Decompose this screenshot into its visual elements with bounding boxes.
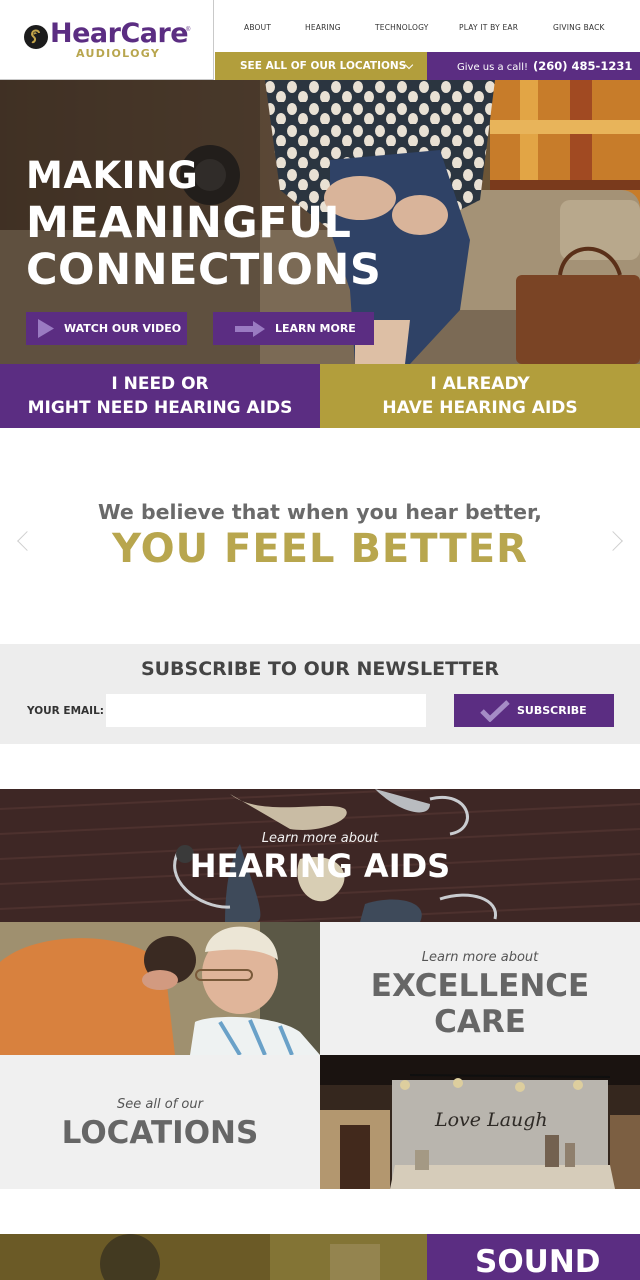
hearing-aids-tile[interactable]: Learn more about HEARING AIDS (0, 789, 640, 922)
subscribe-label: SUBSCRIBE (517, 704, 587, 717)
ear-logo-icon (24, 25, 48, 49)
have-hearing-aids-button[interactable]: I ALREADY HAVE HEARING AIDS (320, 364, 640, 428)
nav-item-hearing[interactable]: HEARING (305, 23, 341, 32)
learn-more-button[interactable]: LEARN MORE (213, 312, 374, 345)
wall-sign-text: Love Laugh (435, 1109, 548, 1131)
nav-item-giving-back[interactable]: GIVING BACK (553, 23, 605, 32)
phone-number[interactable]: (260) 485-1231 (533, 59, 632, 73)
hearing-aids-kicker: Learn more about (261, 831, 379, 846)
excellence-care-tile[interactable]: Learn more about EXCELLENCE CARE (320, 922, 640, 1055)
locations-tile[interactable]: See all of our LOCATIONS (0, 1055, 320, 1189)
watch-video-button[interactable]: WATCH OUR VIDEO (26, 312, 187, 345)
office-interior-photo: Love Laugh (320, 1055, 640, 1189)
checkmark-icon (480, 700, 510, 722)
subscribe-button[interactable]: SUBSCRIBE (454, 694, 614, 727)
locations-kicker: See all of our (117, 1097, 203, 1112)
sound-tile[interactable]: SOUND (427, 1234, 640, 1280)
locations-dropdown-label: SEE ALL OF OUR LOCATIONS (240, 60, 407, 72)
logo-name: HearCare (50, 18, 189, 49)
need-hearing-aids-button[interactable]: I NEED OR MIGHT NEED HEARING AIDS (0, 364, 320, 428)
site-header: HearCare ® AUDIOLOGY ABOUT HEARING TECHN… (0, 0, 640, 80)
call-label: Give us a call! (457, 62, 529, 73)
cta-left-line-1: I NEED OR (111, 374, 209, 394)
excellence-heading-line-2: CARE (434, 1004, 526, 1040)
nav-item-technology[interactable]: TECHNOLOGY (375, 23, 429, 32)
bottom-photo-tile (0, 1234, 427, 1280)
newsletter-title: SUBSCRIBE TO OUR NEWSLETTER (140, 658, 500, 680)
main-nav: ABOUT HEARING TECHNOLOGY PLAY IT BY EAR … (215, 0, 640, 52)
locations-dropdown[interactable]: SEE ALL OF OUR LOCATIONS (215, 52, 427, 80)
nav-item-play-it-by-ear[interactable]: PLAY IT BY EAR (459, 23, 518, 32)
watch-video-label: WATCH OUR VIDEO (64, 322, 182, 335)
hero-heading-line-2: MEANINGFUL (26, 198, 352, 248)
play-icon (38, 319, 54, 338)
excellence-kicker: Learn more about (421, 950, 539, 965)
sound-heading: SOUND (475, 1244, 601, 1280)
hearing-aids-heading: HEARING AIDS (189, 847, 451, 885)
logo-registered-mark: ® (186, 27, 191, 33)
logo[interactable]: HearCare ® AUDIOLOGY (0, 0, 214, 80)
hero-heading-line-1: MAKING (26, 154, 199, 197)
excellence-heading-line-1: EXCELLENCE (370, 968, 590, 1004)
cta-right-line-1: I ALREADY (430, 374, 530, 394)
email-field[interactable] (106, 694, 426, 727)
call-bar[interactable]: Give us a call! (260) 485-1231 (427, 52, 640, 80)
newsletter-section: SUBSCRIBE TO OUR NEWSLETTER YOUR EMAIL: … (0, 644, 640, 744)
hearing-exam-photo (0, 922, 320, 1055)
logo-subtitle: AUDIOLOGY (76, 47, 161, 60)
learn-more-label: LEARN MORE (275, 322, 356, 335)
hero-banner: MAKING MEANINGFUL CONNECTIONS WATCH OUR … (0, 80, 640, 364)
email-label: YOUR EMAIL: (27, 705, 104, 717)
cta-left-line-2: MIGHT NEED HEARING AIDS (27, 398, 293, 418)
nav-item-about[interactable]: ABOUT (244, 23, 271, 32)
quote-headline: YOU FEEL BETTER (112, 526, 528, 572)
arrow-right-icon (235, 321, 265, 337)
quote-carousel: We believe that when you hear better, YO… (0, 428, 640, 644)
cta-right-line-2: HAVE HEARING AIDS (382, 398, 578, 418)
quote-lead: We believe that when you hear better, (98, 500, 542, 524)
hero-heading-line-3: CONNECTIONS (26, 245, 382, 295)
locations-heading: LOCATIONS (61, 1115, 259, 1151)
